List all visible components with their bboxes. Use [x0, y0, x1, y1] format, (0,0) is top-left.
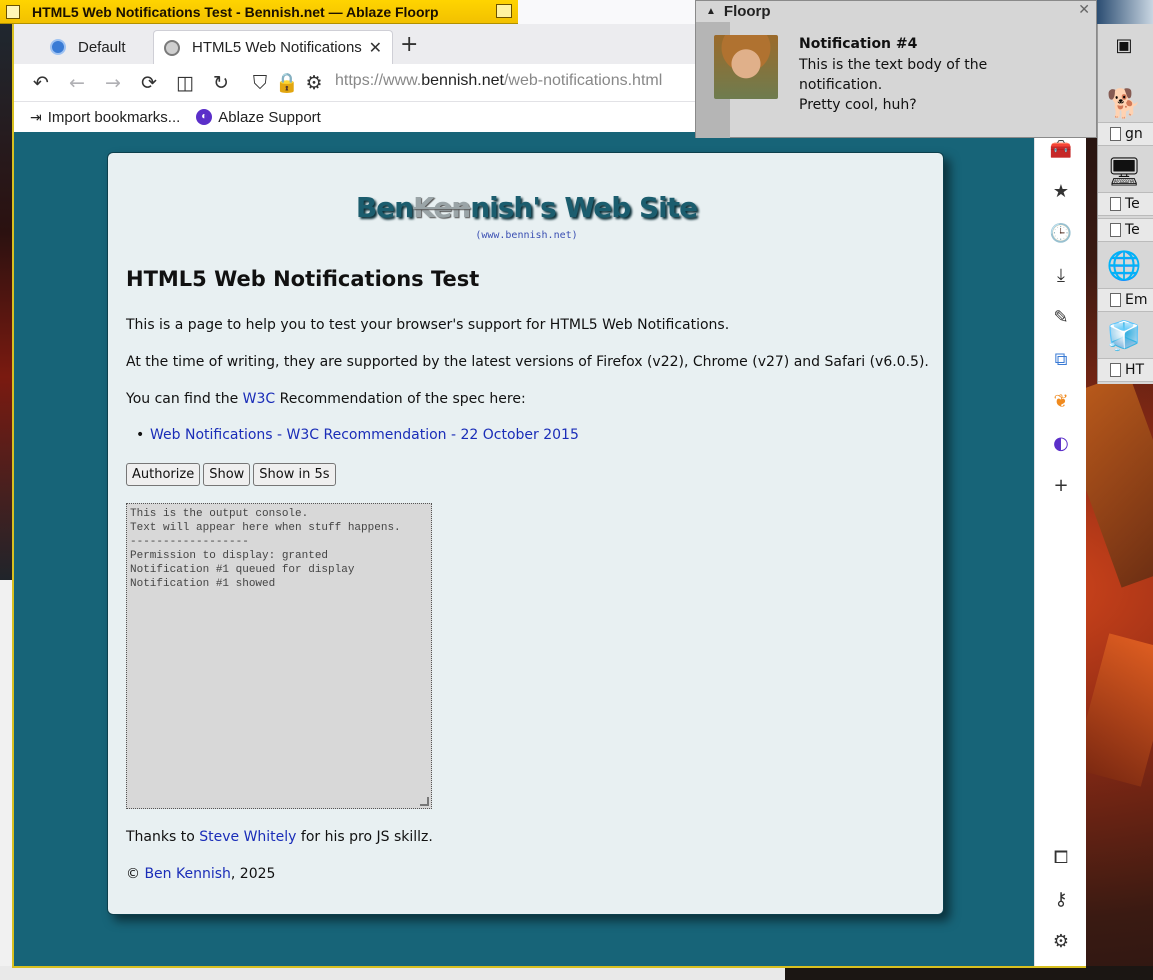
notification-popup[interactable]: ▲ Floorp ✕ Notification #4 This is the te…	[695, 0, 1097, 138]
authorize-button[interactable]: Authorize	[126, 463, 201, 486]
permissions-icon[interactable]: ⚙	[301, 70, 327, 96]
notification-body: This is the text body of the notificatio…	[799, 57, 988, 113]
support-paragraph: At the time of writing, they are support…	[126, 354, 929, 370]
bookmark-import[interactable]: ⇥ Import bookmarks...	[30, 109, 180, 126]
undo-close-tab-icon[interactable]: ↶	[28, 70, 54, 96]
document-icon	[1110, 127, 1121, 141]
panel-item[interactable]: gn	[1098, 122, 1153, 146]
document-icon	[1110, 363, 1121, 377]
copyright: © Ben Kennish, 2025	[126, 866, 276, 882]
steve-whitely-link[interactable]: Steve Whitely	[199, 829, 296, 845]
cubes-icon[interactable]: 🧊	[1104, 316, 1144, 356]
reload-icon[interactable]: ↻	[208, 70, 234, 96]
document-icon	[1110, 197, 1121, 211]
document-icon	[1110, 293, 1121, 307]
window-menu-icon[interactable]	[6, 4, 20, 19]
globe-icon	[164, 39, 180, 56]
bookmark-ablaze-support[interactable]: ◐ Ablaze Support	[196, 109, 321, 126]
window-title: HTML5 Web Notifications Test - Bennish.n…	[32, 3, 439, 20]
page-heading: HTML5 Web Notifications Test	[126, 267, 480, 291]
maximize-icon[interactable]	[496, 4, 512, 18]
panel-item[interactable]: Te	[1098, 192, 1153, 216]
browser-window: Default HTML5 Web Notifications ✕ + ↶ ← …	[12, 0, 1086, 968]
notification-title: Notification #4	[799, 36, 918, 52]
thanks-paragraph: Thanks to Steve Whitely for his pro JS s…	[126, 829, 433, 845]
page-content: BenKennish's Web Site (www.bennish.net) …	[14, 132, 1034, 966]
extensions-icon[interactable]: ⧠	[1047, 844, 1075, 872]
computer-icon[interactable]: 🖥	[1104, 152, 1144, 192]
close-tab-icon[interactable]: ✕	[369, 38, 382, 58]
back-icon[interactable]: ←	[64, 70, 90, 96]
new-tab-button[interactable]: +	[400, 32, 418, 57]
button-row: Authorize Show Show in 5s	[126, 463, 336, 486]
wallpaper-strip	[785, 966, 1153, 980]
downloads-icon[interactable]: ⤓	[1047, 262, 1075, 290]
panel-item[interactable]: Em	[1098, 288, 1153, 312]
intro-paragraph: This is a page to help you to test your …	[126, 317, 730, 333]
w3c-link[interactable]: W3C	[243, 391, 276, 407]
spec-paragraph: You can find the W3C Recommendation of t…	[126, 391, 526, 407]
desktop-file-panel: ▣ 🐕 gn 🖥 Te Te 🌐 Em 🧊 HT	[1097, 24, 1153, 384]
panel-item[interactable]: HT	[1098, 358, 1153, 382]
ablaze-icon: ◐	[196, 109, 213, 125]
shield-icon[interactable]: ⛉	[247, 70, 273, 96]
ben-kennish-link[interactable]: Ben Kennish	[144, 866, 230, 882]
bookmarks-star-icon[interactable]: ★	[1047, 178, 1075, 206]
toolbox-icon[interactable]: 🧰	[1047, 136, 1075, 164]
window-titlebar[interactable]: HTML5 Web Notifications Test - Bennish.n…	[0, 0, 518, 24]
key-icon[interactable]: ⚷	[1047, 886, 1075, 914]
sidebar-toggle-icon[interactable]: ◫	[172, 70, 198, 96]
desktop-corner	[1097, 0, 1153, 24]
forward-icon[interactable]: →	[100, 70, 126, 96]
spec-link[interactable]: Web Notifications - W3C Recommendation -…	[136, 427, 579, 443]
browser-sidebar: 🧰 ★ 🕒 ⤓ ✎ ⧉ ❦ ◐ + ⧠ ⚷ ⚙	[1034, 132, 1086, 966]
translate-icon[interactable]: ⧉	[1047, 346, 1075, 374]
notification-header: ▲ Floorp	[706, 2, 771, 20]
notes-pen-icon[interactable]: ✎	[1047, 304, 1075, 332]
document-icon	[1110, 223, 1121, 237]
site-subtitle: (www.bennish.net)	[475, 230, 578, 241]
close-notification-icon[interactable]: ✕	[1078, 2, 1090, 18]
container-icon	[50, 39, 66, 55]
output-console[interactable]: This is the output console. Text will ap…	[126, 503, 432, 809]
resize-handle-icon[interactable]	[420, 797, 429, 806]
page-card: BenKennish's Web Site (www.bennish.net) …	[107, 152, 944, 915]
url-bar[interactable]: https://www.bennish.net/web-notification…	[335, 72, 662, 90]
import-icon: ⇥	[30, 108, 42, 125]
leaf-icon[interactable]: ❦	[1047, 388, 1075, 416]
triangle-up-icon: ▲	[706, 5, 716, 17]
ablaze-icon[interactable]: ◐	[1047, 430, 1075, 458]
show-in-5s-button[interactable]: Show in 5s	[253, 463, 336, 486]
tab-web-notifications[interactable]: HTML5 Web Notifications ✕	[153, 30, 393, 64]
add-panel-icon[interactable]: +	[1047, 472, 1075, 500]
dog-icon[interactable]: 🐕	[1104, 84, 1144, 124]
globe-icon[interactable]: 🌐	[1104, 246, 1144, 286]
monitor-icon[interactable]: ▣	[1104, 26, 1144, 66]
lock-icon[interactable]: 🔒	[274, 70, 300, 96]
sync-icon[interactable]: ⟳	[136, 70, 162, 96]
avatar	[714, 35, 778, 99]
history-clock-icon[interactable]: 🕒	[1047, 220, 1075, 248]
gear-icon[interactable]: ⚙	[1047, 928, 1075, 956]
panel-item[interactable]: Te	[1098, 218, 1153, 242]
show-button[interactable]: Show	[203, 463, 251, 486]
site-title[interactable]: BenKennish's Web Site	[108, 191, 945, 224]
